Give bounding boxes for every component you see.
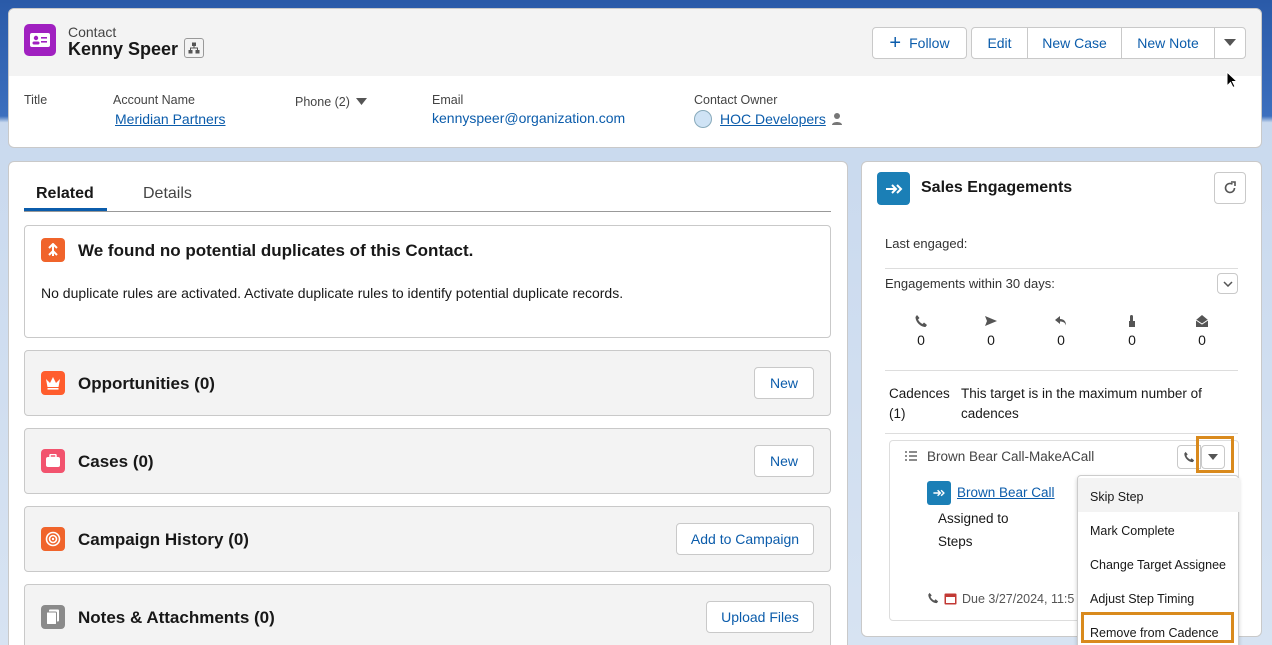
opens-stat: 0 <box>1187 314 1217 348</box>
chevron-down-icon <box>1208 453 1218 460</box>
cases-section: Cases (0) New <box>24 428 831 494</box>
contact-icon <box>24 24 56 56</box>
list-icon <box>905 451 917 461</box>
step-link[interactable]: Brown Bear Call <box>957 485 1055 500</box>
open-icon <box>1195 315 1209 327</box>
new-case-section-button[interactable]: New <box>754 445 814 477</box>
owner-label: Contact Owner <box>694 93 778 107</box>
object-type: Contact <box>68 24 117 40</box>
file-icon <box>41 605 65 629</box>
new-note-button[interactable]: New Note <box>1121 27 1215 59</box>
phone-dropdown[interactable]: Phone (2) <box>295 95 367 109</box>
calendar-icon <box>944 593 957 605</box>
reply-icon <box>1055 316 1066 326</box>
briefcase-icon <box>41 449 65 473</box>
phone-icon <box>1184 451 1195 463</box>
steps-label: Steps <box>938 534 973 549</box>
click-icon <box>1129 315 1135 327</box>
new-case-button[interactable]: New Case <box>1027 27 1122 59</box>
replies-stat: 0 <box>1046 314 1076 348</box>
more-actions-button[interactable] <box>1214 27 1246 59</box>
target-icon <box>41 527 65 551</box>
title-label: Title <box>24 93 48 107</box>
tab-details[interactable]: Details <box>143 185 192 203</box>
email-label: Email <box>432 93 464 107</box>
engagement-icon <box>877 172 910 205</box>
add-to-campaign-button[interactable]: Add to Campaign <box>676 523 814 555</box>
refresh-button[interactable] <box>1214 172 1246 204</box>
hierarchy-button[interactable] <box>184 38 204 58</box>
cadences-label: Cadences (1) <box>889 386 950 421</box>
follow-button[interactable]: + Follow <box>872 27 967 59</box>
divider <box>885 268 1238 269</box>
hierarchy-icon <box>188 42 200 54</box>
highlight-remove-box <box>1081 612 1234 643</box>
tabs-divider <box>24 211 831 212</box>
opportunities-section: Opportunities (0) New <box>24 350 831 416</box>
section-title: Notes & Attachments (0) <box>78 608 275 627</box>
cadence-actions-dropdown[interactable] <box>1201 445 1225 469</box>
chevron-down-icon <box>355 98 367 105</box>
clicks-stat: 0 <box>1117 314 1147 348</box>
section-title: Campaign History (0) <box>78 530 249 549</box>
engagement-title: Sales Engagements <box>921 179 1073 196</box>
crown-icon <box>41 371 65 395</box>
menu-item-skip-step[interactable]: Skip Step <box>1078 478 1240 512</box>
calls-stat: 0 <box>906 314 936 348</box>
menu-item-change-assignee[interactable]: Change Target Assignee <box>1078 546 1240 580</box>
duplicates-card: We found no potential duplicates of this… <box>24 225 831 338</box>
phone-icon <box>928 592 939 604</box>
cadences-note: This target is in the maximum number of … <box>961 386 1202 421</box>
owner-link[interactable]: HOC Developers <box>720 111 826 127</box>
refresh-icon <box>1224 181 1236 194</box>
divider <box>885 433 1238 434</box>
divider <box>885 370 1238 371</box>
duplicates-title: We found no potential duplicates of this… <box>78 241 474 260</box>
expand-engagements-button[interactable] <box>1217 273 1238 294</box>
cadence-name: Brown Bear Call-MakeACall <box>927 449 1095 464</box>
section-title: Opportunities (0) <box>78 374 215 393</box>
send-icon <box>985 316 997 326</box>
change-owner-icon[interactable] <box>831 112 843 126</box>
edit-button[interactable]: Edit <box>971 27 1028 59</box>
phone-icon <box>915 315 927 327</box>
plus-icon: + <box>889 32 902 54</box>
record-name: Kenny Speer <box>68 39 179 59</box>
due-date: Due 3/27/2024, 11:5 <box>962 592 1075 606</box>
last-engaged-label: Last engaged: <box>885 236 968 251</box>
menu-item-mark-complete[interactable]: Mark Complete <box>1078 512 1240 546</box>
menu-item-adjust-timing[interactable]: Adjust Step Timing <box>1078 580 1240 614</box>
account-label: Account Name <box>113 93 195 107</box>
new-opportunity-button[interactable]: New <box>754 367 814 399</box>
email-link[interactable]: kennyspeer@organization.com <box>432 110 625 126</box>
duplicate-icon <box>41 238 65 262</box>
account-link[interactable]: Meridian Partners <box>115 111 226 127</box>
section-title: Cases (0) <box>78 452 154 471</box>
tab-related[interactable]: Related <box>36 185 94 203</box>
campaign-history-section: Campaign History (0) Add to Campaign <box>24 506 831 572</box>
notes-attachments-section: Notes & Attachments (0) Upload Files <box>24 584 831 645</box>
duplicates-message: No duplicate rules are activated. Activa… <box>41 285 624 301</box>
step-icon <box>927 481 951 505</box>
assigned-to-label: Assigned to <box>938 511 1009 526</box>
emails-sent-stat: 0 <box>976 314 1006 348</box>
owner-avatar <box>694 110 712 128</box>
chevron-down-icon <box>1222 280 1233 287</box>
mouse-cursor <box>1226 71 1238 89</box>
upload-files-button[interactable]: Upload Files <box>706 601 814 633</box>
chevron-down-icon <box>1224 39 1236 46</box>
engagements-within-label: Engagements within 30 days: <box>885 276 1055 291</box>
